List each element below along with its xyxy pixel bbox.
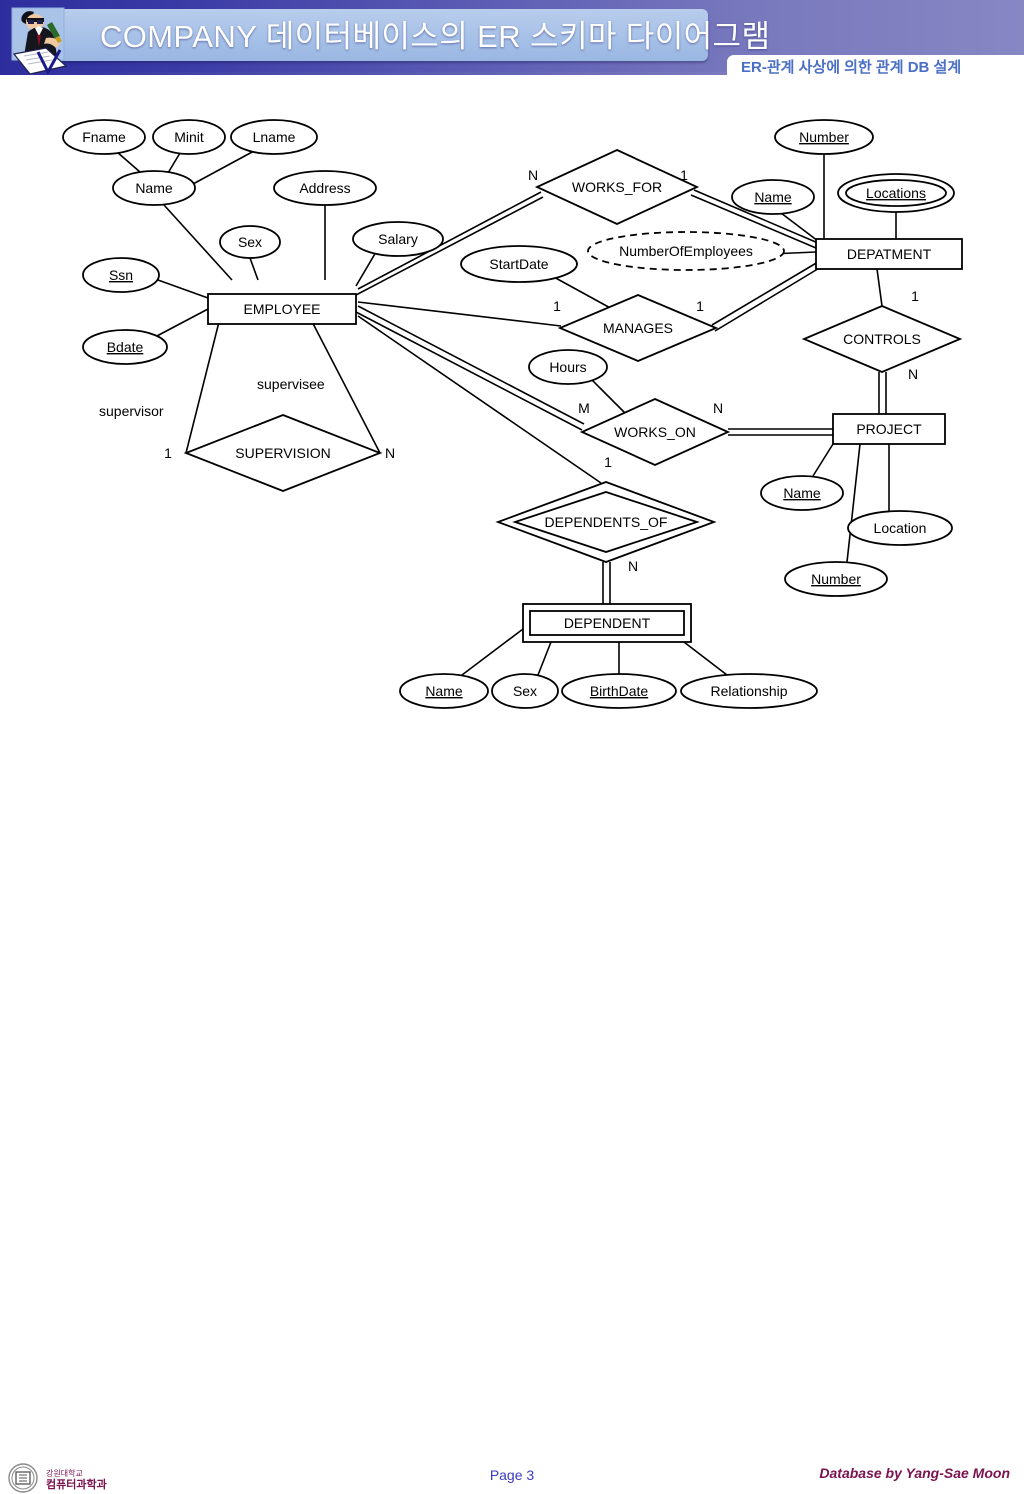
- attribute-project-name-key[interactable]: Name: [760, 475, 844, 511]
- attribute-numberofemployees-derived[interactable]: NumberOfEmployees: [587, 231, 785, 271]
- entity-depatment[interactable]: DEPATMENT: [815, 238, 963, 270]
- role-label-supervisee: supervisee: [257, 376, 325, 392]
- attribute-label: Location: [874, 520, 927, 536]
- relationship-label: SUPERVISION: [235, 445, 330, 461]
- attribute-label: Name: [783, 485, 821, 501]
- role-layer: supervisor supervisee: [99, 376, 325, 419]
- attribute-bdate-key[interactable]: Bdate: [82, 329, 168, 365]
- slide-footer: 강원대학교 컴퓨터과학과 Page 3 Database by Yang-Sae…: [0, 729, 1024, 1494]
- cardinality-label: 1: [680, 167, 688, 183]
- cardinality-label: 1: [553, 298, 561, 314]
- entity-label: DEPATMENT: [847, 246, 932, 262]
- attribute-department-number-key[interactable]: Number: [774, 119, 874, 155]
- cardinality-label: N: [528, 167, 538, 183]
- attribute-startdate[interactable]: StartDate: [460, 245, 578, 283]
- attribute-employee-name[interactable]: Name: [112, 170, 196, 206]
- attribute-salary[interactable]: Salary: [352, 221, 444, 257]
- cardinality-label: M: [578, 400, 590, 416]
- cardinality-label: 1: [696, 298, 704, 314]
- role-label-supervisor: supervisor: [99, 403, 164, 419]
- er-diagram: Fname Minit Lname Name Address Sex Salar…: [62, 119, 963, 709]
- attribute-label: Hours: [549, 359, 586, 375]
- attribute-label: Minit: [174, 129, 204, 145]
- relationship-label: CONTROLS: [843, 331, 921, 347]
- entity-project[interactable]: PROJECT: [832, 413, 946, 445]
- cardinality-label: N: [385, 445, 395, 461]
- attribute-department-name-key[interactable]: Name: [731, 179, 815, 215]
- attribute-label: Name: [425, 683, 463, 699]
- relationship-label: WORKS_FOR: [572, 179, 662, 195]
- attribute-project-number-key[interactable]: Number: [784, 561, 888, 597]
- attribute-label: Sex: [238, 234, 262, 250]
- cardinality-label: 1: [911, 288, 919, 304]
- relationship-label: DEPENDENTS_OF: [545, 514, 668, 530]
- er-diagram-canvas: Fname Minit Lname Name Address Sex Salar…: [0, 76, 1024, 716]
- entity-label: EMPLOYEE: [243, 301, 320, 317]
- attribute-label: Number: [811, 571, 861, 587]
- entity-label: PROJECT: [856, 421, 922, 437]
- relationship-works-for[interactable]: WORKS_FOR: [534, 149, 700, 225]
- relationship-supervision[interactable]: SUPERVISION: [183, 414, 383, 492]
- attribute-label: Lname: [253, 129, 296, 145]
- entity-dependent-weak[interactable]: DEPENDENT: [522, 603, 692, 643]
- attribute-label: Bdate: [107, 339, 144, 355]
- attribute-ssn-key[interactable]: Ssn: [82, 257, 160, 293]
- relationship-controls[interactable]: CONTROLS: [801, 305, 963, 373]
- slide-subtitle: ER-관계 사상에 의한 관계 DB 설계: [741, 59, 962, 76]
- relationship-label: MANAGES: [603, 320, 673, 336]
- attribute-label: Ssn: [109, 267, 133, 283]
- attribute-label: Locations: [866, 185, 926, 201]
- attribute-fname[interactable]: Fname: [62, 119, 146, 155]
- attribute-address[interactable]: Address: [273, 170, 377, 206]
- relationship-dependents-of-identifying[interactable]: DEPENDENTS_OF: [495, 481, 717, 563]
- attribute-label: StartDate: [489, 256, 548, 272]
- relationship-label: WORKS_ON: [614, 424, 696, 440]
- cardinality-label: N: [908, 366, 918, 382]
- shape-layer: Fname Minit Lname Name Address Sex Salar…: [62, 119, 963, 709]
- cardinality-label: 1: [164, 445, 172, 461]
- attribute-hours[interactable]: Hours: [528, 349, 608, 385]
- attribute-lname[interactable]: Lname: [230, 119, 318, 155]
- attribute-minit[interactable]: Minit: [152, 119, 226, 155]
- attribute-label: Sex: [513, 683, 537, 699]
- attribute-label: Number: [799, 129, 849, 145]
- attribute-sex[interactable]: Sex: [219, 225, 281, 259]
- attribute-relationship[interactable]: Relationship: [680, 673, 818, 709]
- attribute-label: Salary: [378, 231, 418, 247]
- attribute-locations-multivalued[interactable]: Locations: [837, 173, 955, 213]
- entity-employee[interactable]: EMPLOYEE: [207, 293, 357, 325]
- attribute-label: Address: [299, 180, 350, 196]
- attribute-label: NumberOfEmployees: [619, 243, 753, 259]
- cardinality-label: 1: [604, 454, 612, 470]
- attribute-label: BirthDate: [590, 683, 649, 699]
- attribute-dependent-sex[interactable]: Sex: [491, 673, 559, 709]
- cardinality-label: N: [628, 558, 638, 574]
- person-writing-icon: [11, 7, 68, 74]
- attribute-label: Name: [135, 180, 173, 196]
- attribute-label: Relationship: [710, 683, 787, 699]
- attribute-birthdate[interactable]: BirthDate: [561, 673, 677, 709]
- attribute-project-location[interactable]: Location: [847, 510, 953, 546]
- attribute-label: Name: [754, 189, 792, 205]
- author-credit: Database by Yang-Sae Moon: [819, 1465, 1010, 1481]
- cardinality-label: N: [713, 400, 723, 416]
- entity-label: DEPENDENT: [564, 615, 651, 631]
- attribute-label: Fname: [82, 129, 126, 145]
- attribute-dependent-name-partialkey[interactable]: Name: [399, 673, 489, 709]
